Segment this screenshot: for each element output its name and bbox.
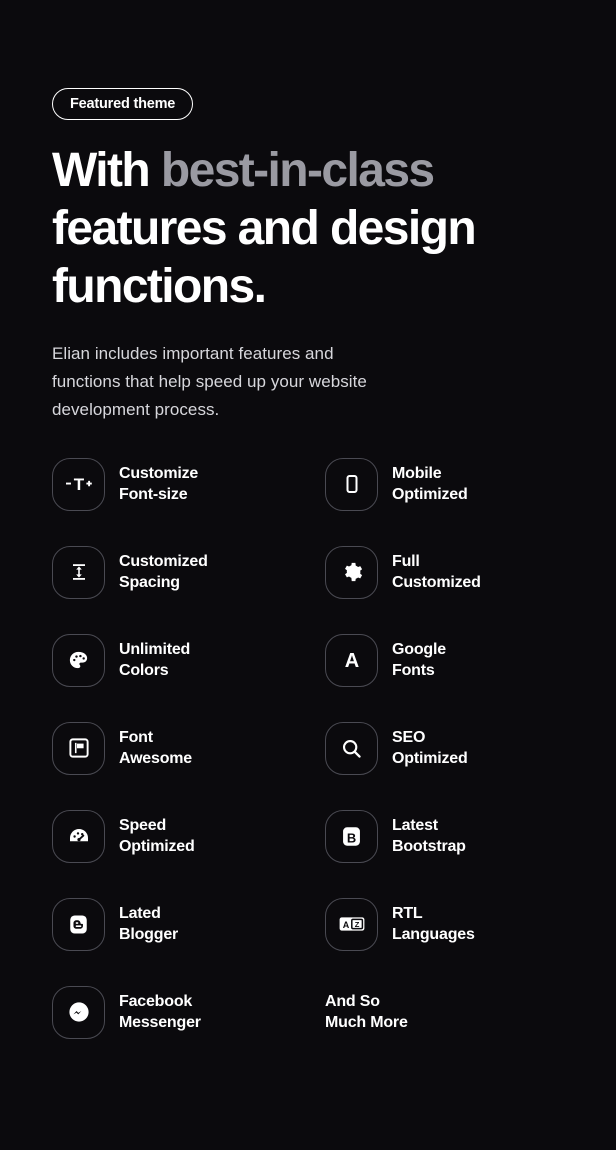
search-icon: [325, 721, 378, 775]
feature-label: Lated Blogger: [119, 903, 178, 946]
feature-line-2: Colors: [119, 662, 169, 680]
featured-theme-badge: Featured theme: [52, 88, 194, 120]
feature-item: SEO Optimized: [325, 721, 572, 775]
feature-item: Unlimited Colors: [52, 633, 325, 687]
feature-label: Google Fonts: [392, 639, 446, 682]
feature-line-1: Latest: [392, 817, 438, 835]
feature-item: Facebook Messenger: [52, 985, 325, 1039]
bootstrap-b-icon: B: [325, 809, 378, 863]
line-spacing-icon: [52, 545, 105, 599]
feature-label: Customize Font-size: [119, 463, 198, 506]
font-size-icon: T: [52, 457, 105, 511]
feature-line-1: Unlimited: [119, 641, 191, 659]
feature-line-1: Font: [119, 729, 153, 747]
headline-part-1: With: [52, 144, 161, 197]
intro-paragraph: Elian includes important features and fu…: [52, 344, 367, 420]
feature-item: A Google Fonts: [325, 633, 572, 687]
mobile-icon: [325, 457, 378, 511]
feature-line-2: Optimized: [392, 486, 468, 504]
gear-icon: [325, 545, 378, 599]
svg-text:Z: Z: [354, 920, 359, 929]
feature-label: And So Much More: [325, 991, 408, 1034]
page-title: With best-in-class features and design f…: [52, 142, 522, 316]
feature-label: Mobile Optimized: [392, 463, 468, 506]
blogger-icon: [52, 897, 105, 951]
feature-item: And So Much More: [325, 985, 572, 1039]
feature-item: Mobile Optimized: [325, 457, 572, 511]
feature-item: Lated Blogger: [52, 897, 325, 951]
speedometer-icon: [52, 809, 105, 863]
feature-label: Font Awesome: [119, 727, 192, 770]
feature-section: Featured theme With best-in-class featur…: [0, 0, 616, 1150]
feature-line-1: SEO: [392, 729, 426, 747]
feature-label: Facebook Messenger: [119, 991, 201, 1034]
feature-item: Font Awesome: [52, 721, 325, 775]
feature-label: Customized Spacing: [119, 551, 208, 594]
feature-item: T Customize Font-size: [52, 457, 325, 511]
content-wrapper: Featured theme With best-in-class featur…: [52, 88, 572, 1039]
feature-item: Customized Spacing: [52, 545, 325, 599]
letter-a-icon: A: [325, 633, 378, 687]
feature-line-2: Blogger: [119, 926, 179, 944]
palette-icon: [52, 633, 105, 687]
svg-text:B: B: [347, 830, 356, 845]
messenger-icon: [52, 985, 105, 1039]
feature-line-1: Full: [392, 553, 420, 571]
feature-item: A Z RTL Languages: [325, 897, 572, 951]
feature-label: SEO Optimized: [392, 727, 468, 770]
feature-line-1: And So: [325, 993, 380, 1011]
feature-line-1: Customize: [119, 465, 199, 483]
feature-line-2: Languages: [392, 926, 475, 944]
svg-text:A: A: [344, 650, 358, 672]
svg-text:T: T: [73, 475, 84, 494]
feature-item: B Latest Bootstrap: [325, 809, 572, 863]
feature-line-1: Lated: [119, 905, 161, 923]
feature-line-2: Fonts: [392, 662, 435, 680]
feature-line-2: Optimized: [119, 838, 195, 856]
feature-line-1: Facebook: [119, 993, 193, 1011]
feature-item: Speed Optimized: [52, 809, 325, 863]
svg-text:A: A: [342, 921, 349, 931]
flag-square-icon: [52, 721, 105, 775]
feature-line-2: Font-size: [119, 486, 188, 504]
feature-line-1: Mobile: [392, 465, 442, 483]
feature-line-1: Google: [392, 641, 446, 659]
feature-line-2: Much More: [325, 1014, 408, 1032]
translate-icon: A Z: [325, 897, 378, 951]
feature-line-1: RTL: [392, 905, 423, 923]
feature-label: Full Customized: [392, 551, 481, 594]
headline-part-2: features and design functions.: [52, 202, 477, 314]
feature-line-2: Awesome: [119, 750, 193, 768]
feature-label: Latest Bootstrap: [392, 815, 466, 858]
headline-highlight: best-in-class: [160, 144, 435, 197]
feature-label: Speed Optimized: [119, 815, 195, 858]
feature-grid: T Customize Font-size Mobile Optimized C…: [52, 457, 572, 1039]
feature-label: Unlimited Colors: [119, 639, 190, 682]
feature-item: Full Customized: [325, 545, 572, 599]
feature-line-2: Optimized: [392, 750, 468, 768]
feature-line-2: Bootstrap: [392, 838, 466, 856]
feature-line-1: Speed: [119, 817, 167, 835]
feature-line-2: Spacing: [119, 574, 180, 592]
feature-line-1: Customized: [119, 553, 208, 571]
feature-label: RTL Languages: [392, 903, 475, 946]
feature-line-2: Messenger: [119, 1014, 201, 1032]
feature-line-2: Customized: [392, 574, 481, 592]
